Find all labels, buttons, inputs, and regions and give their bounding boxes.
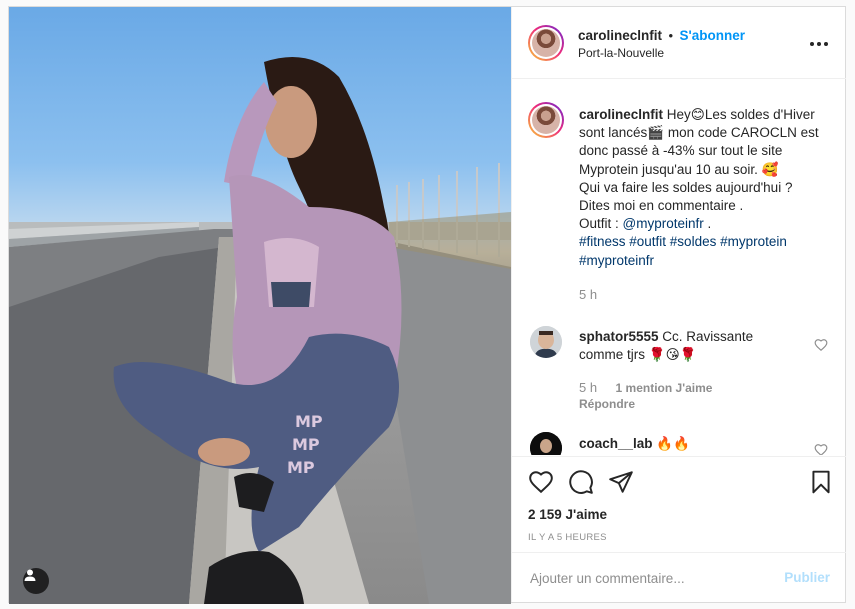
reply-button[interactable]: Répondre bbox=[579, 397, 635, 411]
publish-button[interactable]: Publier bbox=[784, 570, 830, 585]
photo-illustration: MP MP MP bbox=[9, 57, 511, 604]
comment-avatar[interactable] bbox=[530, 432, 562, 455]
comment-input[interactable] bbox=[528, 567, 772, 589]
caption-cta: Dites moi en commentaire . bbox=[579, 198, 744, 214]
posted-time[interactable]: IL Y A 5 HEURES bbox=[528, 532, 607, 543]
comment-body: coach__lab 🔥🔥 bbox=[579, 435, 799, 453]
post-header: carolineclnfit • S'abonner Port-la-Nouve… bbox=[512, 7, 846, 79]
comment-like-icon[interactable] bbox=[814, 338, 828, 352]
comment-body: sphator5555 Cc. Ravissante comme tjrs 🌹😘… bbox=[579, 328, 799, 364]
comment-like-icon[interactable] bbox=[814, 443, 828, 455]
heart-icon[interactable] bbox=[528, 469, 554, 495]
svg-text:MP: MP bbox=[292, 435, 320, 454]
author-avatar[interactable] bbox=[528, 25, 564, 61]
caption-avatar[interactable] bbox=[528, 102, 564, 138]
post-actions: 2 159 J'aime IL Y A 5 HEURES Publier bbox=[512, 456, 846, 602]
tagged-user-icon[interactable] bbox=[23, 568, 49, 594]
caption-time[interactable]: 5 h bbox=[579, 286, 819, 304]
comment-text: 🔥🔥 bbox=[652, 436, 690, 451]
post-location[interactable]: Port-la-Nouvelle bbox=[578, 46, 664, 60]
caption-body: carolineclnfit Hey😊Les soldes d'Hiver so… bbox=[579, 106, 819, 304]
header-separator: • bbox=[668, 28, 674, 43]
comment-meta: 5 h 1 mention J'aime bbox=[579, 379, 712, 397]
author-username[interactable]: carolineclnfit bbox=[578, 28, 662, 43]
caption-outfit-label: Outfit : bbox=[579, 216, 623, 232]
post-photo[interactable]: MP MP MP bbox=[9, 7, 511, 604]
comment-username[interactable]: coach__lab bbox=[579, 436, 653, 451]
comment-likes[interactable]: 1 mention J'aime bbox=[616, 381, 713, 395]
person-icon bbox=[24, 569, 36, 581]
svg-text:MP: MP bbox=[295, 412, 323, 431]
caption-hashtags[interactable]: #fitness #outfit #soldes #myprotein bbox=[579, 234, 787, 249]
likes-count[interactable]: 2 159 J'aime bbox=[528, 507, 607, 522]
comment-time[interactable]: 5 h bbox=[579, 380, 597, 395]
share-icon[interactable] bbox=[608, 469, 634, 495]
caption-hashtag-last[interactable]: #myproteinfr bbox=[579, 253, 654, 268]
post-side-panel: carolineclnfit • S'abonner Port-la-Nouve… bbox=[511, 7, 846, 602]
comments-list[interactable]: carolineclnfit Hey😊Les soldes d'Hiver so… bbox=[512, 80, 846, 455]
comment-avatar[interactable] bbox=[530, 326, 562, 358]
more-options-icon[interactable] bbox=[810, 34, 830, 54]
comment-username[interactable]: sphator5555 bbox=[579, 329, 659, 344]
caption-outfit-end: . bbox=[703, 216, 712, 232]
follow-button[interactable]: S'abonner bbox=[680, 28, 745, 43]
caption-mention[interactable]: @myproteinfr bbox=[623, 216, 704, 231]
caption-username[interactable]: carolineclnfit bbox=[579, 107, 663, 122]
comment-icon[interactable] bbox=[568, 469, 594, 495]
add-comment-section: Publier bbox=[512, 552, 846, 603]
caption-question: Qui va faire les soldes aujourd'hui ? bbox=[579, 179, 793, 195]
post-dialog: MP MP MP carolineclnfit • S'abonner Port… bbox=[8, 6, 846, 604]
svg-text:MP: MP bbox=[287, 458, 315, 477]
bookmark-icon[interactable] bbox=[808, 469, 834, 495]
